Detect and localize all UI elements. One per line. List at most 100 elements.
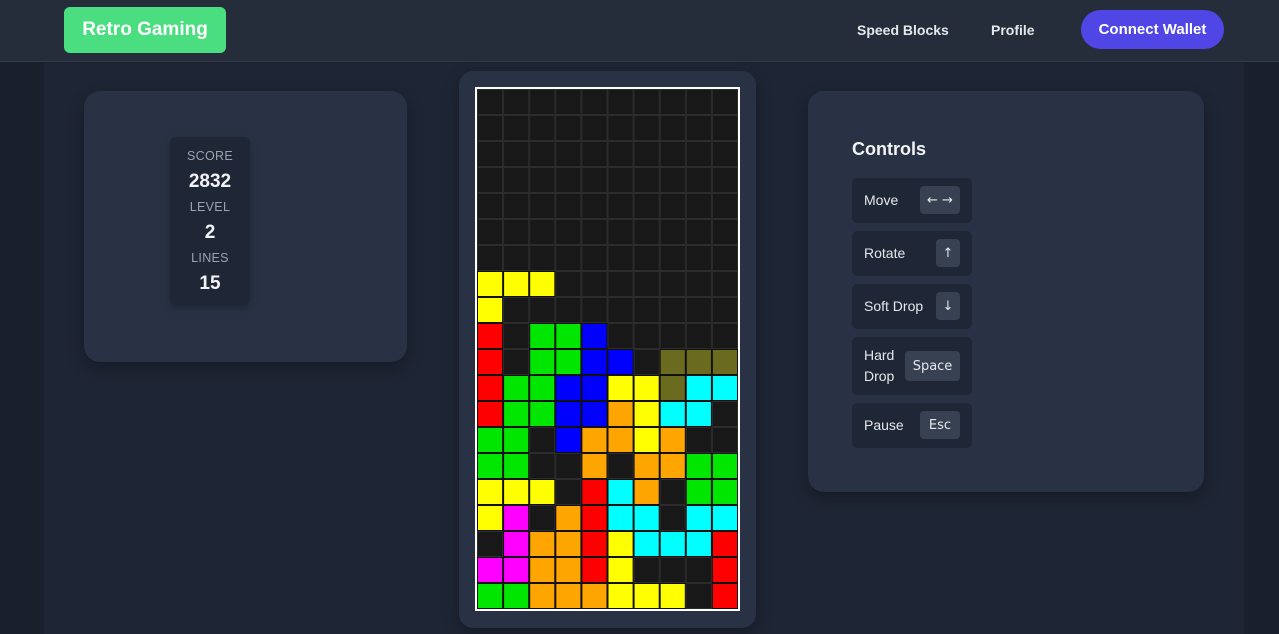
empty-cell bbox=[685, 297, 712, 323]
empty-cell bbox=[711, 89, 738, 115]
empty-cell bbox=[477, 141, 504, 167]
block-cell bbox=[711, 453, 738, 479]
empty-cell bbox=[477, 167, 504, 193]
block-cell bbox=[555, 323, 582, 349]
empty-cell bbox=[711, 245, 738, 271]
empty-cell bbox=[711, 219, 738, 245]
key-space: Space bbox=[905, 351, 960, 381]
block-cell bbox=[711, 557, 738, 583]
nav-link-profile[interactable]: Profile bbox=[991, 22, 1035, 38]
block-cell bbox=[477, 349, 504, 375]
block-cell bbox=[711, 505, 738, 531]
empty-cell bbox=[503, 245, 530, 271]
block-cell bbox=[711, 349, 738, 375]
empty-cell bbox=[529, 89, 556, 115]
empty-cell bbox=[555, 193, 582, 219]
block-cell bbox=[555, 557, 582, 583]
empty-cell bbox=[529, 505, 556, 531]
control-pause-label: Pause bbox=[864, 417, 904, 433]
empty-cell bbox=[633, 349, 660, 375]
block-cell bbox=[555, 531, 582, 557]
empty-cell bbox=[659, 89, 686, 115]
game-board[interactable] bbox=[475, 87, 740, 611]
empty-cell bbox=[581, 141, 608, 167]
empty-cell bbox=[581, 89, 608, 115]
connect-wallet-button[interactable]: Connect Wallet bbox=[1081, 10, 1224, 49]
empty-cell bbox=[711, 401, 738, 427]
control-soft-drop-label: Soft Drop bbox=[864, 298, 924, 314]
empty-cell bbox=[659, 245, 686, 271]
empty-cell bbox=[685, 167, 712, 193]
block-cell bbox=[685, 531, 712, 557]
empty-cell bbox=[529, 193, 556, 219]
block-cell bbox=[711, 479, 738, 505]
block-cell bbox=[477, 271, 504, 297]
block-cell bbox=[633, 479, 660, 505]
empty-cell bbox=[581, 193, 608, 219]
empty-cell bbox=[581, 271, 608, 297]
empty-cell bbox=[711, 141, 738, 167]
block-cell bbox=[529, 323, 556, 349]
empty-cell bbox=[659, 479, 686, 505]
empty-cell bbox=[633, 141, 660, 167]
empty-cell bbox=[503, 89, 530, 115]
control-hard-drop: Hard Drop Space bbox=[852, 337, 972, 395]
empty-cell bbox=[711, 167, 738, 193]
block-cell bbox=[633, 583, 660, 609]
block-cell bbox=[581, 401, 608, 427]
empty-cell bbox=[607, 245, 634, 271]
block-cell bbox=[659, 453, 686, 479]
block-cell bbox=[555, 427, 582, 453]
block-cell bbox=[477, 375, 504, 401]
empty-cell bbox=[503, 193, 530, 219]
block-cell bbox=[581, 375, 608, 401]
control-move-label: Move bbox=[864, 192, 899, 208]
empty-cell bbox=[607, 115, 634, 141]
block-cell bbox=[529, 271, 556, 297]
empty-cell bbox=[477, 89, 504, 115]
block-cell bbox=[711, 375, 738, 401]
empty-cell bbox=[685, 219, 712, 245]
empty-cell bbox=[685, 193, 712, 219]
block-cell bbox=[607, 479, 634, 505]
empty-cell bbox=[685, 557, 712, 583]
empty-cell bbox=[685, 141, 712, 167]
block-cell bbox=[477, 505, 504, 531]
block-cell bbox=[581, 479, 608, 505]
block-cell bbox=[555, 375, 582, 401]
empty-cell bbox=[529, 297, 556, 323]
empty-cell bbox=[659, 193, 686, 219]
nav-link-speed-blocks[interactable]: Speed Blocks bbox=[857, 22, 949, 38]
brand-logo[interactable]: Retro Gaming bbox=[64, 7, 226, 53]
block-cell bbox=[555, 349, 582, 375]
empty-cell bbox=[503, 297, 530, 323]
empty-cell bbox=[633, 245, 660, 271]
block-cell bbox=[685, 479, 712, 505]
empty-cell bbox=[633, 297, 660, 323]
control-move: Move ← → bbox=[852, 178, 972, 223]
block-cell bbox=[529, 349, 556, 375]
block-cell bbox=[685, 505, 712, 531]
block-cell bbox=[581, 453, 608, 479]
empty-cell bbox=[607, 297, 634, 323]
empty-cell bbox=[607, 323, 634, 349]
block-cell bbox=[633, 505, 660, 531]
empty-cell bbox=[711, 297, 738, 323]
empty-cell bbox=[633, 271, 660, 297]
block-cell bbox=[529, 375, 556, 401]
empty-cell bbox=[529, 427, 556, 453]
empty-cell bbox=[555, 297, 582, 323]
empty-cell bbox=[477, 245, 504, 271]
empty-cell bbox=[503, 349, 530, 375]
block-cell bbox=[529, 531, 556, 557]
empty-cell bbox=[633, 167, 660, 193]
empty-cell bbox=[633, 557, 660, 583]
block-cell bbox=[503, 427, 530, 453]
block-cell bbox=[711, 531, 738, 557]
block-cell bbox=[581, 557, 608, 583]
block-cell bbox=[659, 583, 686, 609]
block-cell bbox=[477, 453, 504, 479]
lines-value: 15 bbox=[199, 273, 221, 294]
game-board-canvas bbox=[477, 89, 738, 609]
empty-cell bbox=[503, 115, 530, 141]
